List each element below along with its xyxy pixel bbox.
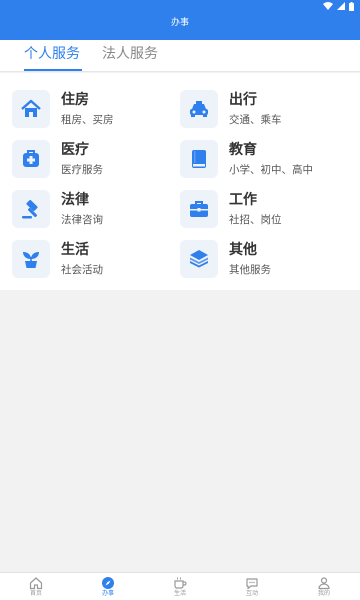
battery-icon	[349, 1, 354, 11]
service-subtitle: 交通、乘车	[229, 114, 282, 126]
service-subtitle: 医疗服务	[61, 164, 103, 176]
plant-pot-icon	[12, 240, 50, 278]
service-title: 教育	[229, 142, 257, 158]
service-subtitle: 其他服务	[229, 264, 271, 276]
gavel-icon	[12, 190, 50, 228]
app-header: 办事	[0, 0, 360, 40]
nav-label: 办事	[101, 590, 114, 597]
service-title: 出行	[229, 92, 257, 108]
service-medical[interactable]: 医疗 医疗服务	[12, 135, 172, 179]
status-icons	[323, 1, 354, 11]
nav-services[interactable]: 办事	[72, 573, 144, 600]
service-title: 其他	[229, 242, 257, 258]
service-subtitle: 社会活动	[61, 264, 103, 276]
wifi-icon	[323, 2, 333, 10]
coffee-cup-icon	[174, 577, 187, 589]
page-title: 办事	[170, 18, 189, 28]
nav-interaction[interactable]: 互动	[216, 573, 288, 600]
compass-icon	[102, 577, 114, 589]
service-title: 住房	[61, 92, 89, 108]
service-education[interactable]: 教育 小学、初中、高中	[180, 135, 340, 179]
house-icon	[12, 90, 50, 128]
service-tabs: 个人服务 法人服务	[0, 40, 360, 72]
service-work[interactable]: 工作 社招、岗位	[180, 185, 340, 229]
active-tab-indicator	[24, 69, 82, 71]
briefcase-icon	[180, 190, 218, 228]
medical-kit-icon	[12, 140, 50, 178]
service-other[interactable]: 其他 其他服务	[180, 235, 340, 279]
book-icon	[180, 140, 218, 178]
user-icon	[318, 577, 330, 590]
signal-icon	[337, 2, 345, 10]
service-travel[interactable]: 出行 交通、乘车	[180, 85, 340, 129]
service-subtitle: 社招、岗位	[229, 214, 282, 226]
nav-label: 我的	[317, 590, 330, 597]
bottom-navigation: 首页 办事 生活 互动 我的	[0, 572, 360, 600]
layers-icon	[180, 240, 218, 278]
tab-personal-services[interactable]: 个人服务	[24, 44, 80, 70]
service-subtitle: 租房、买房	[61, 114, 114, 126]
home-icon	[29, 577, 43, 590]
service-subtitle: 小学、初中、高中	[229, 164, 313, 176]
service-subtitle: 法律咨询	[61, 214, 103, 226]
service-title: 法律	[61, 192, 89, 208]
service-title: 生活	[61, 242, 89, 258]
service-legal[interactable]: 法律 法律咨询	[12, 185, 172, 229]
nav-home[interactable]: 首页	[0, 573, 72, 600]
service-grid: 住房 租房、买房 出行 交通、乘车 医疗 医疗服务 教育 小学、初中、高中 法律…	[0, 73, 360, 290]
service-housing[interactable]: 住房 租房、买房	[12, 85, 172, 129]
service-title: 工作	[229, 192, 257, 208]
service-life[interactable]: 生活 社会活动	[12, 235, 172, 279]
nav-label: 互动	[245, 590, 258, 597]
chat-icon	[246, 578, 258, 590]
service-title: 医疗	[61, 142, 89, 158]
tab-legal-entity-services[interactable]: 法人服务	[102, 44, 158, 70]
nav-label: 生活	[173, 590, 186, 597]
nav-life[interactable]: 生活	[144, 573, 216, 600]
taxi-icon	[180, 90, 218, 128]
nav-mine[interactable]: 我的	[288, 573, 360, 600]
nav-label: 首页	[29, 590, 42, 597]
status-bar	[0, 0, 360, 12]
